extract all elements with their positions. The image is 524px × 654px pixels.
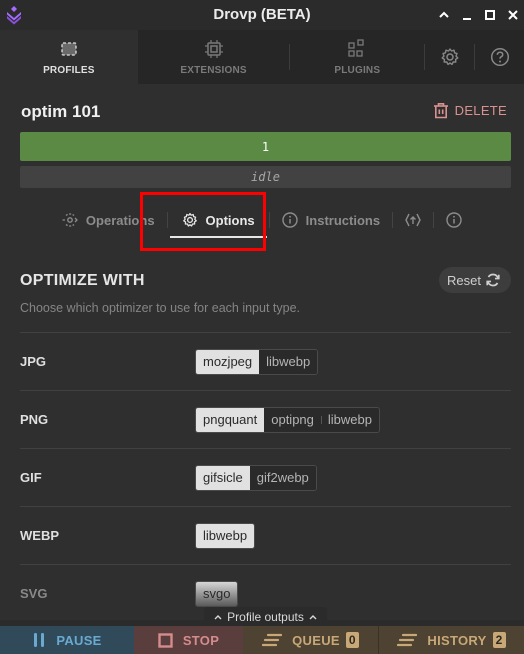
pause-button[interactable]: PAUSE (0, 626, 134, 654)
delete-button[interactable]: DELETE (433, 102, 507, 119)
row-label: WEBP (20, 528, 59, 543)
tab-label: PLUGINS (334, 64, 381, 76)
row-label: GIF (20, 470, 42, 485)
stop-button[interactable]: STOP (134, 626, 243, 654)
reset-label: Reset (447, 272, 481, 288)
progress-value: 1 (261, 139, 270, 154)
optimizer-selector-gif: gifsicle gif2webp (195, 464, 317, 491)
export-icon (405, 213, 421, 227)
profile-outputs-toggle[interactable]: Profile outputs (204, 607, 327, 626)
profile-header: optim 101 DELETE (0, 84, 524, 130)
minimize-icon (462, 18, 471, 20)
tab-profiles[interactable]: PROFILES (0, 30, 138, 84)
close-icon (507, 10, 518, 20)
queue-count-badge: 0 (345, 632, 359, 648)
tab-label: Operations (85, 212, 155, 228)
list-item-webp: WEBP libwebp (20, 506, 511, 564)
tab-about[interactable] (434, 200, 474, 240)
chevron-up-icon (438, 11, 449, 18)
profile-name[interactable]: optim 101 (21, 102, 100, 122)
profile-tabs: Operations Options Instructions (0, 198, 524, 242)
option-pngquant[interactable]: pngquant (196, 407, 265, 432)
chip-icon (204, 39, 223, 58)
gear-icon (441, 48, 459, 66)
tab-instructions[interactable]: Instructions (270, 200, 392, 240)
optimizer-selector-jpg: mozjpeg libwebp (195, 348, 319, 375)
chevron-up-icon (214, 614, 222, 619)
row-label: PNG (20, 412, 49, 427)
tab-label: EXTENSIONS (180, 64, 247, 76)
tab-label: PROFILES (43, 64, 95, 76)
help-button[interactable] (475, 30, 524, 84)
plugins-icon (348, 38, 364, 57)
status-text: idle (251, 170, 280, 184)
profile-outputs-label: Profile outputs (227, 609, 304, 624)
settings-button[interactable] (425, 30, 474, 84)
tab-export[interactable] (393, 200, 433, 240)
bottom-bar: PAUSE STOP QUEUE 0 HISTORY 2 (0, 626, 524, 654)
queue-icon (262, 633, 283, 647)
tab-options[interactable]: Options (168, 200, 269, 240)
list-item-png: PNG pngquant optipng libwebp (20, 390, 511, 448)
title-bar: Drovp (BETA) (0, 0, 524, 30)
option-libwebp[interactable]: libwebp (259, 349, 318, 374)
queue-button[interactable]: QUEUE 0 (243, 626, 379, 654)
progress-bar: 1 (20, 132, 511, 161)
pause-label: PAUSE (56, 632, 102, 648)
history-label: HISTORY (427, 632, 487, 648)
tab-operations[interactable]: Operations (50, 200, 167, 240)
optimizer-selector-webp: libwebp (195, 522, 256, 549)
list-item-jpg: JPG mozjpeg libwebp (20, 332, 511, 390)
info-icon (446, 212, 462, 228)
delete-label: DELETE (454, 103, 507, 118)
optimizer-list: JPG mozjpeg libwebp PNG pngquant optipng… (20, 332, 511, 622)
row-label: JPG (20, 354, 47, 369)
option-gif2webp[interactable]: gif2webp (249, 465, 316, 490)
option-mozjpeg[interactable]: mozjpeg (196, 349, 260, 374)
history-button[interactable]: HISTORY 2 (379, 626, 524, 654)
chevron-up-icon (309, 614, 317, 619)
stop-icon (158, 632, 173, 648)
option-svgo[interactable]: svgo (196, 581, 238, 606)
pause-icon (34, 633, 45, 647)
section-description: Choose which optimizer to use for each i… (20, 301, 301, 315)
tab-label: Instructions (305, 212, 381, 228)
minimize-button[interactable] (455, 0, 478, 30)
row-label: SVG (20, 586, 48, 601)
trash-icon (433, 103, 448, 119)
option-libwebp[interactable]: libwebp (320, 407, 379, 432)
history-count-badge: 2 (492, 632, 506, 648)
section-title: OPTIMIZE WITH (20, 272, 145, 289)
queue-label: QUEUE (292, 632, 340, 648)
reset-button[interactable]: Reset (439, 267, 511, 293)
tab-label: Options (205, 212, 255, 228)
optimizer-selector-png: pngquant optipng libwebp (195, 406, 380, 433)
option-gifsicle[interactable]: gifsicle (196, 465, 250, 490)
option-libwebp[interactable]: libwebp (196, 523, 255, 548)
collapse-button[interactable] (432, 0, 455, 30)
info-icon (281, 212, 298, 228)
maximize-icon (484, 10, 495, 20)
list-item-gif: GIF gifsicle gif2webp (20, 448, 511, 506)
stop-label: STOP (182, 632, 220, 648)
maximize-button[interactable] (478, 0, 501, 30)
main-tabs: PROFILES EXTENSIONS PLUGINS (0, 30, 524, 84)
option-optipng[interactable]: optipng (264, 407, 321, 432)
operations-icon (62, 213, 78, 227)
refresh-icon (486, 273, 500, 287)
tab-plugins[interactable]: PLUGINS (290, 30, 424, 84)
gear-icon (182, 212, 197, 227)
history-icon (397, 633, 418, 647)
status-bar: idle (20, 166, 511, 188)
optimizer-selector-svg: svgo (195, 580, 239, 607)
close-button[interactable] (501, 0, 524, 30)
tab-extensions[interactable]: EXTENSIONS (138, 30, 290, 84)
help-icon (490, 47, 509, 67)
profiles-icon (61, 41, 77, 56)
